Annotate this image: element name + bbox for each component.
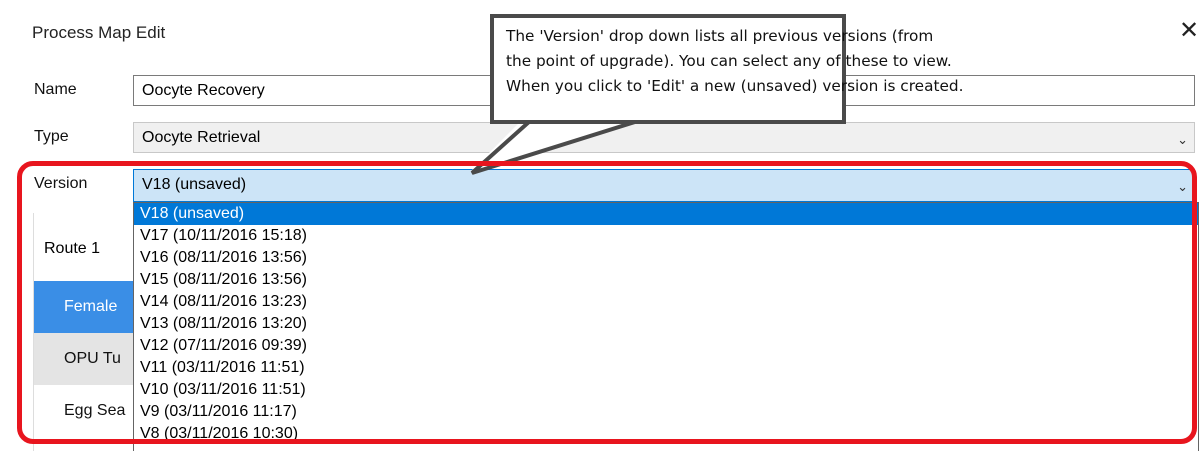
- version-option[interactable]: V17 (10/11/2016 15:18): [134, 225, 1198, 247]
- version-option[interactable]: V8 (03/11/2016 10:30): [134, 423, 1198, 445]
- type-label: Type: [34, 128, 69, 145]
- chevron-down-icon: ⌄: [1177, 179, 1188, 194]
- callout-line: When you click to 'Edit' a new (unsaved)…: [506, 77, 964, 95]
- version-option[interactable]: V15 (08/11/2016 13:56): [134, 269, 1198, 291]
- callout-line: The 'Version' drop down lists all previo…: [506, 27, 934, 45]
- callout-line: the point of upgrade). You can select an…: [506, 52, 952, 70]
- version-option[interactable]: V13 (08/11/2016 13:20): [134, 313, 1198, 335]
- version-option[interactable]: V9 (03/11/2016 11:17): [134, 401, 1198, 423]
- version-option[interactable]: V14 (08/11/2016 13:23): [134, 291, 1198, 313]
- route-step[interactable]: OPU Tu: [34, 333, 134, 385]
- name-label: Name: [34, 81, 77, 98]
- chevron-down-icon: ⌄: [1177, 132, 1188, 147]
- callout-note: The 'Version' drop down lists all previo…: [490, 14, 964, 124]
- version-option[interactable]: V10 (03/11/2016 11:51): [134, 379, 1198, 401]
- callout-pointer: [470, 119, 639, 175]
- process-map-edit-dialog: Process Map Edit ✕ Name Oocyte Recovery …: [0, 0, 1200, 451]
- dialog-title: Process Map Edit: [32, 23, 166, 42]
- version-option[interactable]: V16 (08/11/2016 13:56): [134, 247, 1198, 269]
- version-option[interactable]: V12 (07/11/2016 09:39): [134, 335, 1198, 357]
- route-label[interactable]: Route 1: [34, 223, 134, 275]
- version-dropdown-list: V18 (unsaved) V17 (10/11/2016 15:18) V16 (…: [133, 202, 1199, 451]
- type-select[interactable]: Oocyte Retrieval ⌄: [133, 122, 1195, 153]
- version-option[interactable]: V11 (03/11/2016 11:51): [134, 357, 1198, 379]
- version-select-value: V18 (unsaved): [142, 176, 247, 193]
- route-step[interactable]: Female: [34, 281, 134, 333]
- version-option[interactable]: V18 (unsaved): [134, 203, 1198, 225]
- close-icon[interactable]: ✕: [1178, 18, 1200, 44]
- version-select[interactable]: V18 (unsaved) ⌄: [133, 169, 1195, 202]
- route-step[interactable]: Egg Sea: [34, 385, 134, 437]
- route-panel: Route 1 Female OPU Tu Egg Sea: [33, 213, 134, 451]
- type-select-value: Oocyte Retrieval: [142, 129, 261, 146]
- version-label: Version: [34, 175, 88, 192]
